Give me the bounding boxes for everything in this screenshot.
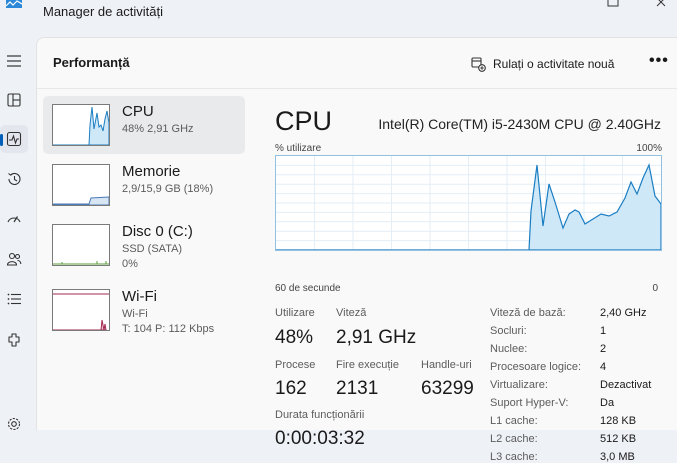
processes-label: Procese [275, 359, 316, 371]
services-icon [8, 333, 20, 347]
handles-label: Handle-uri [421, 359, 472, 371]
resource-name: CPU [122, 103, 154, 120]
resource-memory[interactable]: Memorie 2,9/15,9 GB (18%) [43, 156, 245, 214]
startup-icon [7, 216, 21, 223]
spec-label: Viteză de bază: [490, 307, 566, 319]
spec-value: 2 [600, 343, 607, 355]
speed-value: 2,91 GHz [336, 327, 417, 348]
history-icon [8, 172, 21, 185]
maximize-icon[interactable] [603, 0, 623, 10]
resource-cpu[interactable]: CPU 48% 2,91 GHz [43, 96, 245, 154]
spec-value: 4 [600, 361, 607, 373]
resource-detail-2: 0% [122, 258, 138, 270]
nav-processes[interactable] [0, 86, 28, 114]
graph-y-max: 100% [636, 143, 662, 154]
handles-value: 63299 [421, 378, 474, 399]
resource-detail: SSD (SATA) [122, 243, 183, 255]
spec-label: Nuclee: [490, 343, 528, 355]
cpu-model: Intel(R) Core(TM) i5-2430M CPU @ 2.40GHz [378, 116, 661, 132]
graph-y-label: % utilizare [275, 143, 322, 154]
hamburger-button[interactable] [0, 47, 28, 75]
processes-value: 162 [275, 378, 307, 399]
more-options-button[interactable]: ••• [649, 52, 669, 70]
graph-x-label: 60 de secunde [275, 283, 341, 294]
cpu-detail-panel: CPU Intel(R) Core(TM) i5-2430M CPU @ 2.4… [275, 88, 675, 463]
run-new-task-label: Rulați o activitate nouă [493, 57, 615, 71]
resource-detail-2: T: 104 P: 112 Kbps [122, 323, 215, 335]
run-new-task-button[interactable]: Rulați o activitate nouă [471, 53, 614, 75]
spec-value: 2,40 GHz [600, 307, 647, 319]
spec-value: 512 KB [600, 433, 637, 445]
page-title: Performanță [53, 55, 130, 70]
settings-icon [7, 417, 21, 431]
resource-detail: Wi-Fi [122, 308, 148, 320]
nav-details[interactable] [0, 285, 28, 313]
spec-value: Da [600, 397, 615, 409]
spec-label: Virtualizare: [490, 379, 548, 391]
threads-value: 2131 [336, 378, 379, 399]
hamburger-icon [7, 55, 21, 67]
spec-value: 128 KB [600, 415, 637, 427]
resource-wifi[interactable]: Wi-Fi Wi-Fi T: 104 P: 112 Kbps [43, 281, 245, 339]
spec-label: L3 cache: [490, 451, 538, 463]
resource-name: Wi-Fi [122, 288, 157, 305]
performance-icon [6, 131, 22, 147]
spec-value: Dezactivat [600, 379, 652, 391]
detail-title: CPU [275, 106, 333, 136]
spec-label: Socluri: [490, 325, 527, 337]
nav-settings[interactable] [0, 410, 28, 438]
memory-mini-graph [52, 164, 110, 206]
cpu-usage-graph [275, 155, 662, 251]
graph-x-end: 0 [652, 283, 658, 294]
window-title: Manager de activități [43, 4, 163, 19]
navigation-rail [0, 40, 36, 431]
resource-detail: 2,9/15,9 GB (18%) [122, 183, 214, 195]
new-task-icon [471, 56, 486, 72]
resource-disk[interactable]: Disc 0 (C:) SSD (SATA) 0% [43, 216, 245, 274]
resource-detail: 48% 2,91 GHz [122, 123, 194, 135]
spec-label: L1 cache: [490, 415, 538, 427]
speed-label: Viteză [336, 307, 367, 319]
resource-name: Disc 0 (C:) [122, 223, 193, 240]
nav-performance[interactable] [0, 125, 28, 153]
spec-value: 1 [600, 325, 607, 337]
uptime-value: 0:00:03:32 [275, 428, 365, 449]
details-icon [7, 293, 21, 305]
nav-users[interactable] [0, 245, 28, 273]
processes-icon [7, 93, 21, 107]
users-icon [6, 252, 22, 266]
uptime-label: Durata funcționării [275, 409, 365, 421]
spec-label: L2 cache: [490, 433, 538, 445]
nav-services[interactable] [0, 326, 28, 354]
nav-startup-apps[interactable] [0, 204, 28, 232]
app-icon [6, 0, 22, 8]
nav-app-history[interactable] [0, 165, 28, 193]
wifi-mini-graph [52, 289, 110, 331]
main-panel: Performanță Rulați o activitate nouă •••… [36, 37, 677, 463]
cpu-mini-graph [52, 104, 110, 146]
spec-label: Suport Hyper-V: [490, 397, 569, 409]
resource-name: Memorie [122, 163, 181, 180]
page-header: Performanță Rulați o activitate nouă ••• [37, 38, 677, 89]
threads-label: Fire execuție [336, 359, 399, 371]
disk-mini-graph [52, 224, 110, 266]
spec-value: 3,0 MB [600, 451, 635, 463]
utilization-label: Utilizare [275, 307, 315, 319]
close-icon[interactable] [652, 0, 672, 10]
title-bar: Manager de activități [0, 0, 677, 28]
utilization-value: 48% [275, 327, 314, 348]
spec-label: Procesoare logice: [490, 361, 582, 373]
